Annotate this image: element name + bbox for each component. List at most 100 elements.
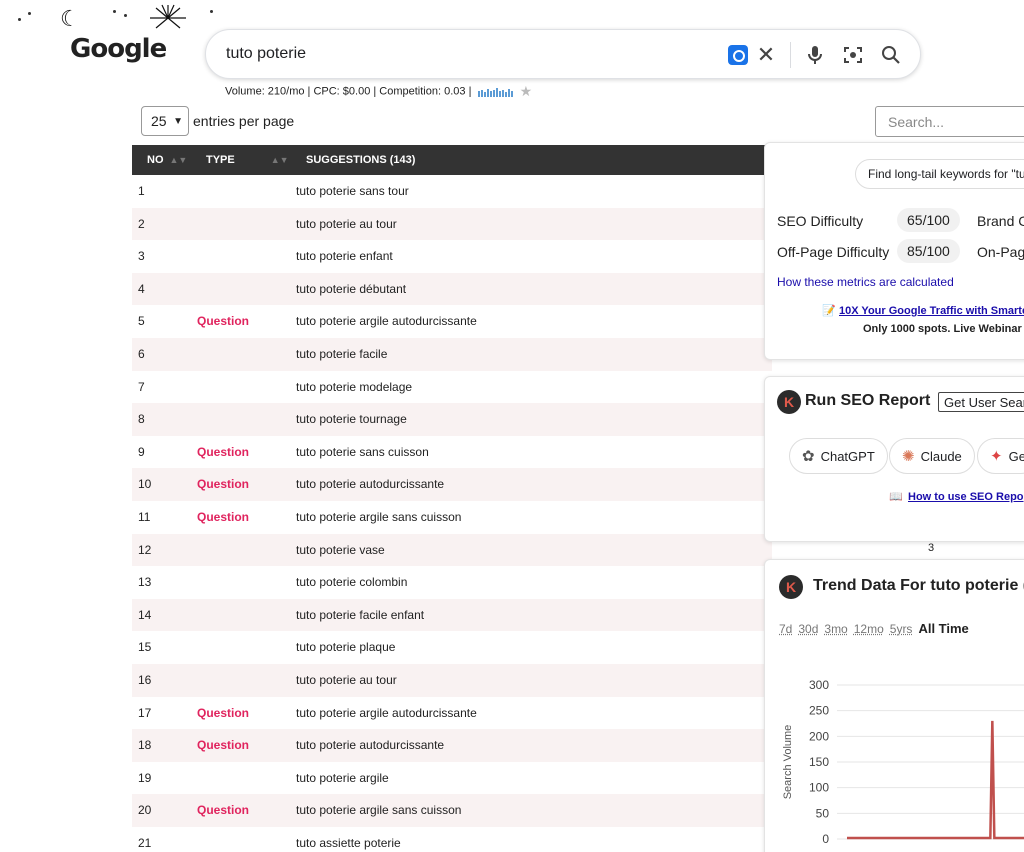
range-5yrs[interactable]: 5yrs [890,622,913,636]
y-tick-label: 50 [816,806,830,820]
trend-title: Trend Data For tuto poterie ( [813,577,1024,595]
table-row[interactable]: 4 tuto poterie débutant [132,273,772,306]
row-number: 20 [138,803,151,817]
range-all-time[interactable]: All Time [918,621,968,636]
row-suggestion[interactable]: tuto poterie au tour [296,673,397,687]
row-suggestion[interactable]: tuto poterie facile [296,347,387,361]
row-number: 17 [138,706,151,720]
book-icon: 📖 [889,490,903,503]
how-to-use-link[interactable]: How to use SEO Repo [908,491,1024,503]
row-suggestion[interactable]: tuto poterie colombin [296,575,407,589]
table-row[interactable]: 5 Question tuto poterie argile autodurciss… [132,305,772,338]
offpage-label: Off-Page Difficulty [777,244,889,260]
table-row[interactable]: 11 Question tuto poterie argile sans cuiss… [132,501,772,534]
row-number: 19 [138,771,151,785]
search-icon[interactable] [879,43,903,67]
chevron-down-icon: ▼ [173,116,183,127]
table-row[interactable]: 21 tuto assiette poterie [132,827,772,852]
range-30d[interactable]: 30d [798,622,818,636]
table-row[interactable]: 17 Question tuto poterie argile autodurcis… [132,697,772,730]
row-type: Question [197,738,249,752]
chatgpt-button[interactable]: ✿ ChatGPT [789,438,888,474]
entries-select[interactable]: 25 ▼ [141,106,189,136]
table-row[interactable]: 7 tuto poterie modelage [132,371,772,404]
row-suggestion[interactable]: tuto assiette poterie [296,836,401,850]
star-dot [113,10,116,13]
row-number: 21 [138,836,151,850]
row-suggestion[interactable]: tuto poterie sans cuisson [296,445,429,459]
table-row[interactable]: 13 tuto poterie colombin [132,566,772,599]
table-row[interactable]: 12 tuto poterie vase [132,534,772,567]
row-suggestion[interactable]: tuto poterie modelage [296,380,412,394]
get-user-search-button[interactable]: Get User Sear [938,392,1024,412]
gemini-button[interactable]: ✦Ge [977,438,1024,474]
table-body: 1 tuto poterie sans tour 2 tuto poterie au … [132,175,772,852]
lens-camera-icon[interactable] [841,43,865,67]
table-row[interactable]: 1 tuto poterie sans tour [132,175,772,208]
seo-report-panel: K Run SEO Report Get User Sear ✿ ChatGPT … [764,376,1024,542]
row-suggestion[interactable]: tuto poterie tournage [296,412,407,426]
table-search-placeholder: Search... [888,114,944,130]
row-suggestion[interactable]: tuto poterie autodurcissante [296,738,444,752]
row-suggestion[interactable]: tuto poterie débutant [296,282,406,296]
table-row[interactable]: 20 Question tuto poterie argile sans cuiss… [132,794,772,827]
table-row[interactable]: 14 tuto poterie facile enfant [132,599,772,632]
table-row[interactable]: 6 tuto poterie facile [132,338,772,371]
row-suggestion[interactable]: tuto poterie au tour [296,217,397,231]
series-line[interactable] [847,721,1024,838]
range-3mo[interactable]: 3mo [824,622,847,636]
microphone-icon[interactable] [803,43,827,67]
table-row[interactable]: 10 Question tuto poterie autodurcissante [132,468,772,501]
row-suggestion[interactable]: tuto poterie autodurcissante [296,477,444,491]
row-suggestion[interactable]: tuto poterie argile autodurcissante [296,706,477,720]
table-row[interactable]: 18 Question tuto poterie autodurcissante [132,729,772,762]
row-suggestion[interactable]: tuto poterie argile autodurcissante [296,314,477,328]
row-number: 2 [138,217,145,231]
y-tick-label: 0 [822,832,829,846]
row-number: 7 [138,380,145,394]
table-row[interactable]: 15 tuto poterie plaque [132,631,772,664]
table-row[interactable]: 2 tuto poterie au tour [132,208,772,241]
table-row[interactable]: 16 tuto poterie au tour [132,664,772,697]
table-row[interactable]: 9 Question tuto poterie sans cuisson [132,436,772,469]
claude-button[interactable]: ✺ Claude [889,438,975,474]
sort-icon: ▲▼ [271,155,289,165]
row-suggestion[interactable]: tuto poterie sans tour [296,184,409,198]
table-row[interactable]: 8 tuto poterie tournage [132,403,772,436]
search-input[interactable]: tuto poterie [226,45,306,63]
offpage-value: 85/100 [897,239,960,263]
row-suggestion[interactable]: tuto poterie plaque [296,640,395,654]
mini-trend-icon [478,87,514,97]
range-12mo[interactable]: 12mo [854,622,884,636]
col-no-header[interactable]: NO ▲▼ [147,154,187,166]
row-number: 9 [138,445,145,459]
range-7d[interactable]: 7d [779,622,792,636]
col-suggestions-header[interactable]: SUGGESTIONS (143) [306,154,415,166]
longtail-button[interactable]: Find long-tail keywords for "tu [855,159,1024,189]
clear-icon[interactable]: ✕ [754,43,778,67]
row-suggestion[interactable]: tuto poterie argile [296,771,389,785]
col-type-header[interactable]: TYPE ▲▼ [206,154,289,166]
row-suggestion[interactable]: tuto poterie argile sans cuisson [296,510,461,524]
row-number: 11 [138,510,150,524]
row-number: 8 [138,412,145,426]
row-type: Question [197,803,249,817]
favorite-star-icon[interactable]: ★ [520,83,533,99]
row-suggestion[interactable]: tuto poterie argile sans cuisson [296,803,461,817]
row-suggestion[interactable]: tuto poterie enfant [296,249,393,263]
table-search-input[interactable]: Search... [875,106,1024,137]
table-row[interactable]: 19 tuto poterie argile [132,762,772,795]
doodle-logo[interactable]: ☾ Google [0,0,200,80]
table-row[interactable]: 3 tuto poterie enfant [132,240,772,273]
keywords-logo-icon: K [779,575,803,599]
search-bar[interactable]: tuto poterie ✕ [205,29,921,79]
how-metrics-link[interactable]: How these metrics are calculated [777,275,954,289]
row-number: 12 [138,543,151,557]
row-number: 10 [138,477,151,491]
extension-badge-icon[interactable] [726,43,750,67]
webinar-link[interactable]: 10X Your Google Traffic with Smarte [839,305,1024,317]
row-suggestion[interactable]: tuto poterie facile enfant [296,608,424,622]
row-suggestion[interactable]: tuto poterie vase [296,543,385,557]
row-number: 15 [138,640,151,654]
keyword-metrics: Volume: 210/mo | CPC: $0.00 | Competitio… [225,83,532,100]
